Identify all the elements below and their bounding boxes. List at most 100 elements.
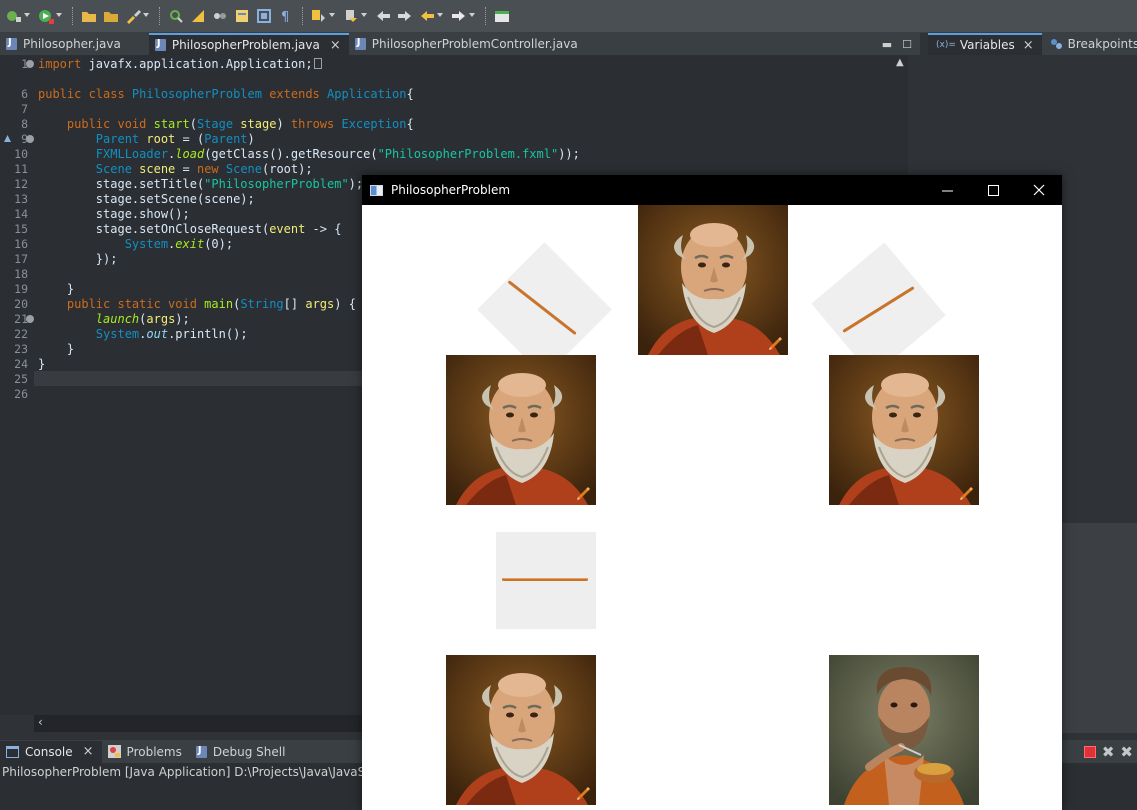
minimize-icon <box>941 190 953 191</box>
remove-all-launches-icon[interactable]: ✖ <box>1120 743 1133 761</box>
philosopher-top <box>638 205 788 355</box>
close-tab-icon[interactable]: × <box>330 38 341 53</box>
line-number: 8 <box>21 117 28 131</box>
open-type-icon[interactable] <box>103 8 119 24</box>
tab-debug-shell[interactable]: Debug Shell <box>190 741 294 763</box>
highlight-icon[interactable] <box>190 8 206 24</box>
line-number: 21 <box>14 312 28 326</box>
line-number: 17 <box>14 252 28 266</box>
console-icon <box>6 745 19 758</box>
terminal-icon[interactable] <box>494 8 510 24</box>
close-button[interactable] <box>1016 175 1062 205</box>
java-file-icon <box>354 37 366 50</box>
line-number: 25 <box>14 372 28 386</box>
minimize-button[interactable] <box>924 175 970 205</box>
variables-icon: (x)= <box>936 40 956 50</box>
terminate-icon[interactable] <box>1083 745 1096 758</box>
line-number: 22 <box>14 327 28 341</box>
line-number: 15 <box>14 222 28 236</box>
line-number: 19 <box>14 282 28 296</box>
expand-fold-icon[interactable] <box>26 60 34 68</box>
side-panel-lower <box>1060 523 1137 733</box>
close-tab-icon[interactable]: × <box>1023 38 1034 53</box>
tab-philosopherproblemcontroller-java[interactable]: PhilosopherProblemController.java <box>349 33 586 55</box>
tab-label: Variables <box>959 38 1015 52</box>
forward-edit-icon[interactable] <box>397 8 413 24</box>
philosopher-right <box>829 355 979 505</box>
block-icon[interactable] <box>256 8 272 24</box>
line-number: 7 <box>21 102 28 116</box>
back-dropdown-icon[interactable] <box>437 13 443 19</box>
collapse-fold-icon[interactable] <box>26 135 34 143</box>
java-shell-icon <box>195 745 207 758</box>
prev-annotation-icon[interactable] <box>343 8 359 24</box>
next-annotation-icon[interactable] <box>311 8 327 24</box>
line-number: 6 <box>21 87 28 101</box>
toolbar-separator <box>485 7 486 25</box>
breakpoints-icon <box>1050 39 1062 49</box>
brush-icon[interactable] <box>125 8 141 24</box>
code-line: stage.setOnCloseRequest(event -> { <box>38 222 342 236</box>
last-edit-icon[interactable] <box>375 8 391 24</box>
code-line: stage.setTitle("PhilosopherProblem"); <box>38 177 364 191</box>
window-controls <box>924 175 1062 205</box>
code-line: } <box>38 342 75 356</box>
svg-text:¶: ¶ <box>281 10 289 24</box>
line-number: 18 <box>14 267 28 281</box>
tab-problems[interactable]: Problems <box>102 741 190 763</box>
line-number: 13 <box>14 192 28 206</box>
run-icon[interactable] <box>38 8 54 24</box>
tab-philosopher-java[interactable]: Philosopher.java <box>0 33 129 55</box>
scroll-left-icon[interactable]: ‹ <box>38 715 43 729</box>
code-line: stage.show(); <box>38 207 190 221</box>
toolbar-separator <box>72 7 73 25</box>
annotation-dropdown-icon[interactable] <box>329 13 335 19</box>
minimize-icon[interactable]: ▬ <box>882 38 892 51</box>
scroll-up-icon[interactable]: ▲ <box>896 57 904 68</box>
line-number: 23 <box>14 342 28 356</box>
code-line: public static void main(String[] args) { <box>38 297 356 311</box>
code-line: }); <box>38 252 118 266</box>
maximize-icon[interactable]: ☐ <box>902 38 912 51</box>
annotation-icon[interactable] <box>234 8 250 24</box>
line-number: 14 <box>14 207 28 221</box>
folded-block-icon[interactable] <box>313 58 322 69</box>
code-line: launch(args); <box>38 312 190 326</box>
override-marker-icon <box>4 135 11 142</box>
maximize-button[interactable] <box>970 175 1016 205</box>
prev-annotation-dropdown-icon[interactable] <box>361 13 367 19</box>
remove-launch-icon[interactable]: ✖ <box>1102 743 1115 761</box>
tab-breakpoints[interactable]: Breakpoints <box>1042 33 1137 55</box>
problems-icon <box>107 745 121 758</box>
line-number: 16 <box>14 237 28 251</box>
window-title-bar[interactable]: PhilosopherProblem <box>362 175 1062 205</box>
forward-dropdown-icon[interactable] <box>469 13 475 19</box>
close-tab-icon[interactable]: × <box>83 744 94 759</box>
run-dropdown-icon[interactable] <box>56 13 62 19</box>
forward-arrow-icon[interactable] <box>451 8 467 24</box>
current-line-highlight <box>34 371 364 386</box>
debug-dropdown-icon[interactable] <box>24 13 30 19</box>
line-number: 1 <box>21 57 28 71</box>
tab-console[interactable]: Console × <box>0 740 102 763</box>
tab-label: Debug Shell <box>212 744 286 759</box>
tab-label: Console <box>25 744 73 759</box>
maximize-icon <box>987 184 999 196</box>
line-number: 11 <box>14 162 28 176</box>
tab-label: Breakpoints <box>1067 37 1137 51</box>
tab-variables[interactable]: (x)= Variables × <box>928 33 1042 55</box>
code-line: } <box>38 282 75 296</box>
whitespace-icon[interactable]: ¶ <box>278 8 294 24</box>
code-line: System.out.println(); <box>38 327 248 341</box>
code-line: stage.setScene(scene); <box>38 192 255 206</box>
debug-run-icon[interactable] <box>6 8 22 24</box>
back-arrow-icon[interactable] <box>419 8 435 24</box>
collapse-fold-icon[interactable] <box>26 315 34 323</box>
java-file-icon <box>154 38 166 51</box>
search-icon[interactable] <box>168 8 184 24</box>
occurrences-icon[interactable] <box>212 8 228 24</box>
window-title: PhilosopherProblem <box>391 183 511 197</box>
brush-dropdown-icon[interactable] <box>143 13 149 19</box>
tab-philosopherproblem-java[interactable]: PhilosopherProblem.java × <box>148 33 349 55</box>
open-folder-icon[interactable] <box>81 8 97 24</box>
